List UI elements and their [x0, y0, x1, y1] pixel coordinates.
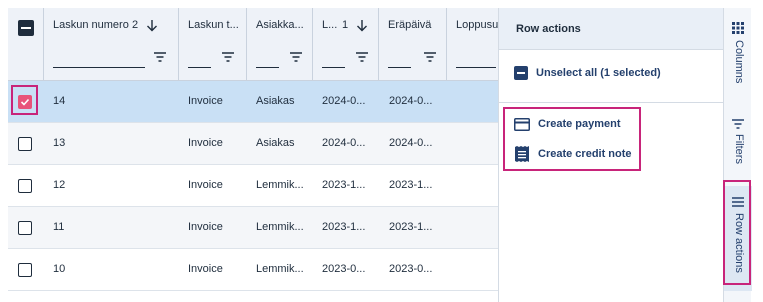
cell-customer: Lemmik... — [256, 221, 304, 233]
filter-input[interactable] — [188, 67, 211, 68]
cell-invoice-number: 11 — [53, 221, 65, 233]
tab-columns[interactable]: Columns — [724, 8, 752, 93]
table-row[interactable]: 12 Invoice Lemmik... 2023-1... 2023-1... — [8, 165, 498, 207]
filter-input[interactable] — [456, 67, 496, 68]
column-title: Laskun numero — [53, 19, 129, 31]
receipt-icon — [515, 146, 529, 162]
unselect-all-label: Unselect all (1 selected) — [536, 67, 661, 79]
cell-invoice-type: Invoice — [188, 137, 223, 149]
table-row[interactable]: 13 Invoice Asiakas 2024-0... 2024-0... — [8, 123, 498, 165]
create-payment-label: Create payment — [538, 118, 621, 130]
side-rail: Columns Filters Row actions — [723, 8, 752, 302]
row-checkbox[interactable] — [18, 263, 32, 277]
filter-input[interactable] — [53, 67, 145, 68]
cell-invoice-type: Invoice — [188, 179, 223, 191]
filter-icon[interactable] — [289, 51, 303, 63]
cell-invoice-number: 12 — [53, 179, 66, 191]
row-checkbox[interactable] — [18, 179, 32, 193]
cell-invoice-type: Invoice — [188, 95, 223, 107]
column-header-invoice-number[interactable]: Laskun numero 2 — [44, 8, 179, 81]
row-actions-panel: Row actions Unselect all (1 selected) Cr… — [498, 8, 724, 302]
filter-icon[interactable] — [153, 51, 167, 63]
table-row[interactable]: 11 Invoice Lemmik... 2023-1... 2023-1... — [8, 207, 498, 249]
tab-row-actions[interactable]: Row actions — [724, 186, 752, 291]
filter-icon — [732, 119, 744, 129]
filter-input[interactable] — [256, 67, 279, 68]
grid-header: Laskun numero 2 Laskun t... Asiakka... L… — [8, 8, 498, 81]
filter-input[interactable] — [388, 67, 411, 68]
cell-invoice-number: 14 — [53, 95, 66, 107]
cell-date: 2024-0... — [322, 95, 366, 107]
column-title: Laskun t... — [188, 19, 239, 31]
filter-icon[interactable] — [423, 51, 437, 63]
select-all-checkbox[interactable] — [18, 20, 34, 36]
menu-lines-icon — [732, 197, 744, 207]
cell-invoice-number: 10 — [53, 263, 66, 275]
cell-invoice-type: Invoice — [188, 221, 223, 233]
checkmark-icon — [20, 98, 30, 106]
credit-card-icon — [514, 117, 530, 131]
tab-filters[interactable]: Filters — [724, 108, 752, 178]
sort-order-badge: 2 — [132, 19, 139, 31]
cell-customer: Lemmik... — [256, 263, 304, 275]
filter-icon[interactable] — [355, 51, 369, 63]
column-header-date[interactable]: L... 1 — [313, 8, 379, 81]
column-title: Asiakka... — [256, 19, 304, 31]
cell-date: 2023-1... — [322, 221, 366, 233]
column-header-total[interactable]: Loppusu... — [447, 8, 498, 81]
cell-due-date: 2023-1... — [389, 179, 433, 191]
header-select-cell — [8, 8, 44, 81]
sort-down-arrow-icon[interactable] — [356, 19, 368, 32]
column-title: L... — [322, 19, 338, 31]
create-credit-note-label: Create credit note — [538, 148, 632, 160]
deselect-minus-icon — [514, 66, 528, 80]
row-checkbox[interactable] — [18, 221, 32, 235]
create-payment-button[interactable]: Create payment — [514, 113, 621, 135]
filter-icon[interactable] — [221, 51, 235, 63]
table-row[interactable]: 10 Invoice Lemmik... 2023-0... 2023-0... — [8, 249, 498, 291]
columns-grid-icon — [732, 22, 744, 34]
tab-columns-label: Columns — [733, 40, 745, 84]
tab-filters-label: Filters — [733, 134, 745, 164]
create-credit-note-button[interactable]: Create credit note — [514, 143, 632, 165]
cell-invoice-number: 13 — [53, 137, 66, 149]
sort-down-arrow-icon[interactable] — [146, 19, 158, 32]
panel-title: Row actions — [516, 23, 581, 35]
cell-customer: Asiakas — [256, 137, 295, 149]
sort-order-badge: 1 — [342, 19, 349, 31]
column-title: Loppusu... — [456, 19, 498, 31]
column-header-invoice-type[interactable]: Laskun t... — [179, 8, 247, 81]
cell-date: 2023-1... — [322, 179, 366, 191]
cell-due-date: 2023-1... — [389, 221, 433, 233]
cell-due-date: 2023-0... — [389, 263, 433, 275]
column-header-due-date[interactable]: Eräpäivä — [379, 8, 447, 81]
panel-header: Row actions — [499, 8, 724, 50]
cell-date: 2023-0... — [322, 263, 366, 275]
cell-invoice-type: Invoice — [188, 263, 223, 275]
column-title: Eräpäivä — [388, 19, 432, 31]
tab-row-actions-label: Row actions — [733, 213, 745, 273]
panel-divider — [499, 102, 724, 103]
cell-due-date: 2024-0... — [389, 95, 433, 107]
row-checkbox[interactable] — [18, 137, 32, 151]
cell-due-date: 2024-0... — [389, 137, 433, 149]
column-header-customer[interactable]: Asiakka... — [247, 8, 313, 81]
cell-customer: Lemmik... — [256, 179, 304, 191]
unselect-all-button[interactable]: Unselect all (1 selected) — [514, 62, 661, 84]
filter-input[interactable] — [322, 67, 345, 68]
table-row[interactable]: 14 Invoice Asiakas 2024-0... 2024-0... — [8, 81, 498, 123]
cell-customer: Asiakas — [256, 95, 295, 107]
invoice-grid: Laskun numero 2 Laskun t... Asiakka... L… — [8, 8, 498, 302]
row-checkbox[interactable] — [18, 95, 32, 109]
cell-date: 2024-0... — [322, 137, 366, 149]
